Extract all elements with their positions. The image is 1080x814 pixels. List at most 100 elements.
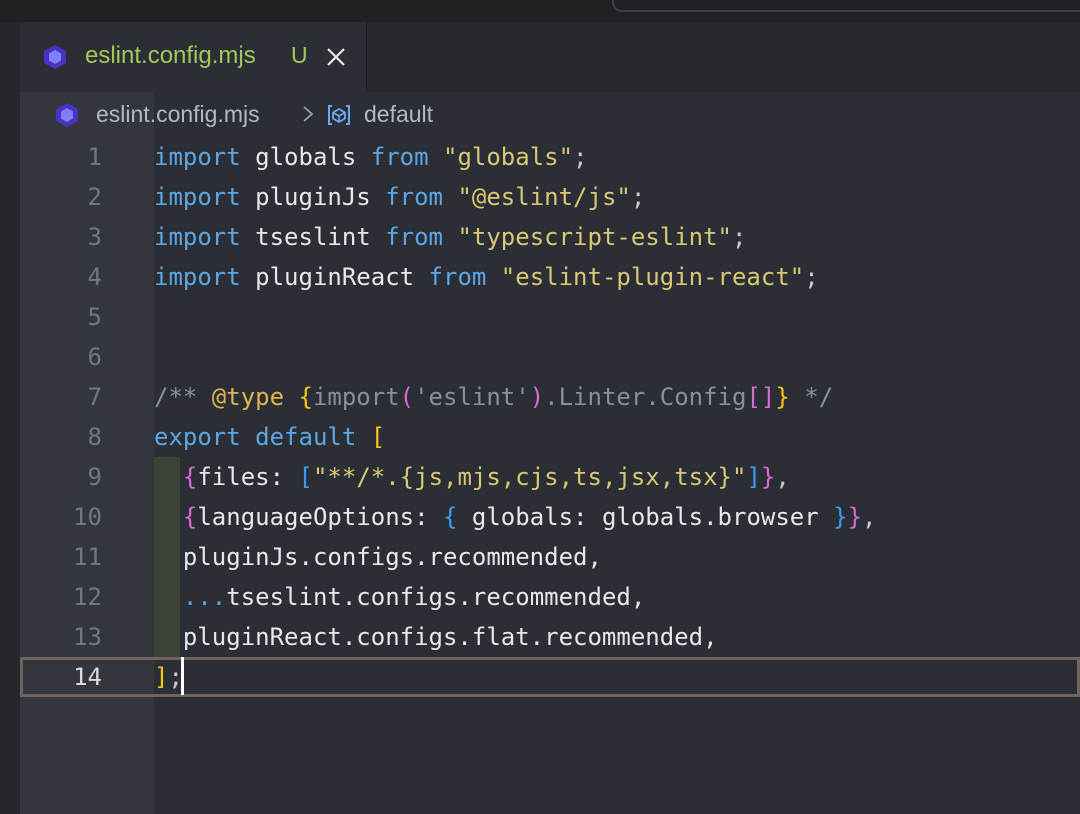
code-text: import tseslint from "typescript-eslint"…: [154, 217, 746, 257]
code-token: ;: [630, 183, 646, 211]
code-token: @type: [211, 383, 285, 411]
line-number: 5: [87, 303, 102, 331]
code-token: globals: globals.browser: [457, 503, 834, 531]
code-line[interactable]: 9 {files: ["**/*.{js,mjs,cjs,ts,jsx,tsx}…: [20, 457, 1080, 497]
line-number: 10: [73, 503, 102, 531]
code-token: import: [154, 223, 241, 251]
line-number: 11: [73, 543, 102, 571]
code-text: {files: ["**/*.{js,mjs,cjs,ts,jsx,tsx}"]…: [154, 457, 790, 497]
line-number: 14: [73, 663, 102, 691]
code-token: ;: [732, 223, 747, 251]
chevron-right-icon: [303, 106, 314, 122]
code-token: 'eslint': [414, 383, 530, 411]
code-text: {languageOptions: { globals: globals.bro…: [154, 497, 877, 537]
tab-eslint-config[interactable]: eslint.config.mjs U: [20, 22, 367, 92]
code-line[interactable]: 2 import pluginJs from "@eslint/js";: [20, 177, 1080, 217]
line-number: 13: [73, 623, 102, 651]
code-line[interactable]: 4 import pluginReact from "eslint-plugin-…: [20, 257, 1080, 297]
code-token: ]: [154, 663, 169, 691]
code-token: }: [775, 383, 790, 411]
code-token: */: [789, 383, 834, 411]
code-token: pluginJs.configs.recommended,: [154, 543, 602, 571]
code-token: default: [255, 423, 357, 451]
tab-bar: eslint.config.mjs U: [20, 22, 1080, 92]
code-token: pluginReact: [240, 263, 429, 291]
code-token: import: [154, 143, 241, 171]
code-token: .Linter.Config: [544, 383, 747, 411]
line-number: 8: [87, 423, 102, 451]
code-line[interactable]: 13 pluginReact.configs.flat.recommended,: [20, 617, 1080, 657]
line-number: 1: [87, 143, 102, 171]
eslint-icon: [44, 45, 66, 69]
code-line[interactable]: 14];: [20, 657, 1080, 697]
code-token: import: [154, 183, 241, 211]
code-line[interactable]: 7 /** @type {import('eslint').Linter.Conf…: [20, 377, 1080, 417]
code-token: [: [370, 423, 386, 451]
close-icon[interactable]: [325, 46, 347, 68]
code-token: ...: [182, 583, 227, 611]
breadcrumb-file[interactable]: eslint.config.mjs: [96, 101, 260, 128]
breadcrumb: eslint.config.mjs default: [20, 92, 1080, 136]
code-line[interactable]: 6: [20, 337, 1080, 377]
code-token: }: [760, 463, 776, 491]
breadcrumb-symbol[interactable]: default: [364, 101, 433, 128]
code-text: pluginJs.configs.recommended,: [154, 537, 602, 577]
code-token: {: [298, 383, 313, 411]
code-token: ): [529, 383, 545, 411]
code-text: /** @type {import('eslint').Linter.Confi…: [154, 377, 833, 417]
code-token: }: [833, 503, 848, 531]
symbol-namespace-icon: [328, 105, 350, 125]
code-line[interactable]: 10 {languageOptions: { globals: globals.…: [20, 497, 1080, 537]
code-token: "eslint-plugin-react": [500, 263, 805, 291]
code-line[interactable]: 5: [20, 297, 1080, 337]
code-line[interactable]: 11 pluginJs.configs.recommended,: [20, 537, 1080, 577]
code-token: "**/*.{js,mjs,cjs,ts,jsx,tsx}": [312, 463, 747, 491]
code-token: ]: [746, 463, 761, 491]
code-text: pluginReact.configs.flat.recommended,: [154, 617, 718, 657]
code-line[interactable]: 12 ...tseslint.configs.recommended,: [20, 577, 1080, 617]
line-number: 6: [87, 343, 102, 371]
text-cursor: [181, 657, 184, 695]
code-token: {: [182, 503, 198, 531]
code-token: ;: [573, 143, 588, 171]
code-token: from: [385, 183, 443, 211]
git-status-badge: U: [291, 42, 308, 68]
code-text: ...tseslint.configs.recommended,: [154, 577, 645, 617]
line-number: 7: [87, 383, 102, 411]
code-line[interactable]: 1 import globals from "globals";: [20, 137, 1080, 177]
code-token: import: [154, 263, 241, 291]
code-token: "@eslint/js": [457, 183, 631, 211]
code-token: }: [847, 503, 863, 531]
code-token: pluginReact.configs.flat.recommended,: [154, 623, 718, 651]
code-token: [: [746, 383, 761, 411]
code-text: import globals from "globals";: [154, 137, 588, 177]
code-token: from: [428, 263, 487, 291]
code-token: "typescript-eslint": [457, 223, 732, 251]
line-number: 12: [73, 583, 102, 611]
code-line[interactable]: 3 import tseslint from "typescript-eslint…: [20, 217, 1080, 257]
code-text: export default [: [154, 417, 385, 457]
code-text: ];: [154, 657, 183, 697]
line-number: 2: [87, 183, 102, 211]
line-number: 4: [87, 263, 102, 291]
code-token: {: [443, 503, 458, 531]
code-line[interactable]: 8 export default [: [20, 417, 1080, 457]
line-number: 3: [87, 223, 102, 251]
code-text: import pluginJs from "@eslint/js";: [154, 177, 645, 217]
command-center[interactable]: [612, 0, 1080, 12]
code-token: tseslint: [240, 223, 386, 251]
code-token: ,: [862, 503, 877, 531]
code-token: tseslint.configs.recommended,: [226, 583, 646, 611]
code-token: ]: [760, 383, 776, 411]
tab-title: eslint.config.mjs: [85, 42, 256, 69]
code-token: languageOptions:: [197, 503, 443, 531]
code-token: ;: [804, 263, 819, 291]
